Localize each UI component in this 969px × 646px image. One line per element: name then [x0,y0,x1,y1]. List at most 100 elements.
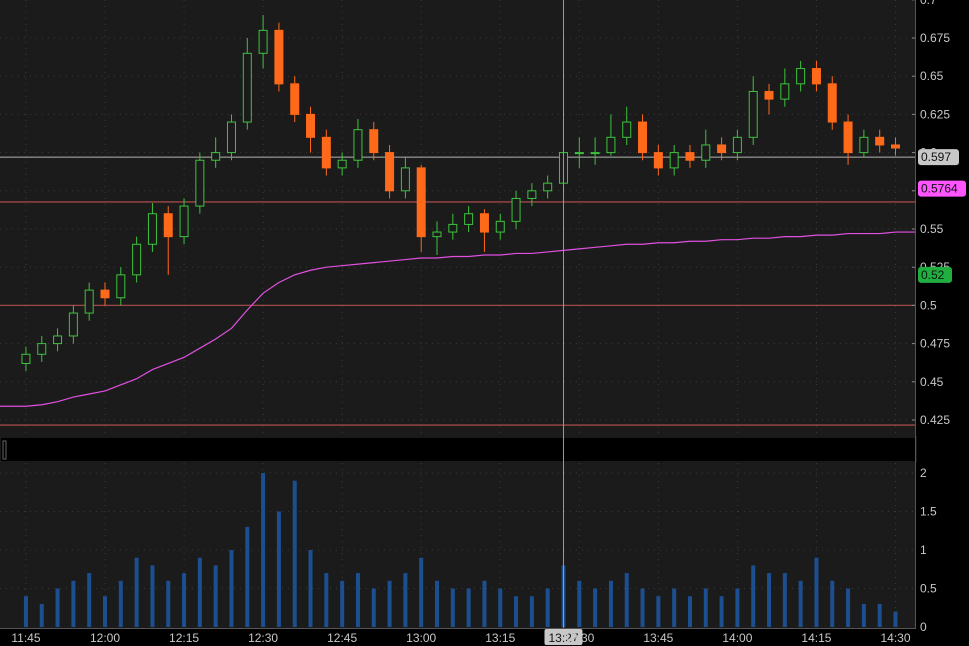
volume-bar [403,573,408,627]
candle-down [290,83,300,115]
candle-up [242,52,252,123]
volume-bar [893,611,898,627]
candle-down [638,121,648,154]
price-tick-label: 0.55 [920,222,944,236]
volume-bar [118,580,123,627]
pane-separator[interactable] [0,436,917,463]
volume-bar [103,596,107,627]
price-tick-label: 0.625 [920,107,950,121]
candle-up [732,136,742,154]
candle-up [258,29,268,54]
volume-bar [213,565,218,627]
candle-up [590,152,600,155]
candle-down [717,144,727,154]
volume-bar [308,550,313,627]
volume-bar [87,573,92,627]
volume-bar [166,580,171,627]
volume-bar [735,588,740,627]
candle-up [337,159,347,169]
candle-down [891,144,900,149]
volume-bar [624,573,629,627]
time-tick-label: 12:15 [169,631,199,645]
candle-up [353,129,363,161]
price-tick-label: 0.65 [920,69,944,83]
time-tick-label: 13:45 [643,631,673,645]
candle-up [132,243,142,276]
price-tick-label: 0.7 [920,0,937,7]
candle-up [511,197,521,222]
candle-up [780,83,790,100]
candle-up [21,353,31,364]
volume-bar [814,557,819,627]
volume-bar [577,580,582,627]
time-tick-label: 14:15 [801,631,831,645]
time-tick-label: 12:45 [327,631,357,645]
candle-up [859,136,869,154]
candle-down [764,90,774,100]
candle-up [464,213,474,225]
volume-bar [830,580,835,627]
volume-tick-label: 0.5 [920,582,937,596]
volume-bar [846,588,851,627]
time-tick-label: 14:00 [722,631,752,645]
candle-down [385,152,395,192]
volume-bar [466,588,471,627]
volume-tick-label: 0 [920,620,927,634]
volume-bar [182,573,187,627]
candle-down [163,213,173,238]
time-tick-label: 12:30 [248,631,278,645]
volume-bar [450,588,455,627]
last-price-tag-label: 0.597 [921,150,951,164]
candle-up [226,121,236,154]
candle-down [100,289,110,299]
candle-up [37,343,47,355]
candle-up [116,274,126,299]
price-pane[interactable] [0,0,916,436]
candle-down [274,29,284,85]
volume-tick-label: 2 [920,466,927,480]
volume-bar [498,588,503,627]
price-tick-label: 0.45 [920,375,944,389]
volume-bar [608,580,613,627]
volume-bar [656,596,661,627]
candle-down [875,136,885,146]
candle-down [811,68,821,85]
volume-bar [55,588,60,627]
volume-bar [355,573,360,627]
volume-bar [276,511,281,627]
volume-bar [687,596,692,627]
candle-up [669,152,679,169]
candle-down [653,152,663,169]
price-tick-label: 0.5 [920,298,937,312]
time-tick-label: 14:30 [880,631,910,645]
volume-bar [419,557,424,627]
candle-up [84,289,94,314]
volume-bar [545,588,550,627]
candle-up [748,90,758,138]
candle-up [53,335,63,345]
stock-chart[interactable]: 13:27 0.4250.450.4750.50.5250.550.5750.6… [0,0,969,646]
candle-down [416,167,426,238]
volume-bar [782,573,787,627]
volume-bar [719,596,724,627]
candle-up [606,136,616,154]
volume-bar [877,603,882,627]
volume-bar [482,580,487,627]
candle-up [400,167,410,192]
bid-tag-label: 0.52 [921,268,945,282]
volume-bar [71,580,76,627]
volume-bar [672,588,677,627]
volume-bar [371,588,376,627]
candle-up [796,68,806,85]
candle-down [843,121,853,154]
volume-bar [150,565,155,627]
volume-bar [229,550,234,627]
volume-bar [703,588,708,627]
volume-bar [640,588,645,627]
time-tick-label: 12:00 [90,631,120,645]
candle-down [479,213,489,233]
volume-bar [39,603,44,627]
time-tick-label: 13:30 [564,631,594,645]
candle-up [701,144,711,161]
volume-tick-label: 1 [920,543,927,557]
